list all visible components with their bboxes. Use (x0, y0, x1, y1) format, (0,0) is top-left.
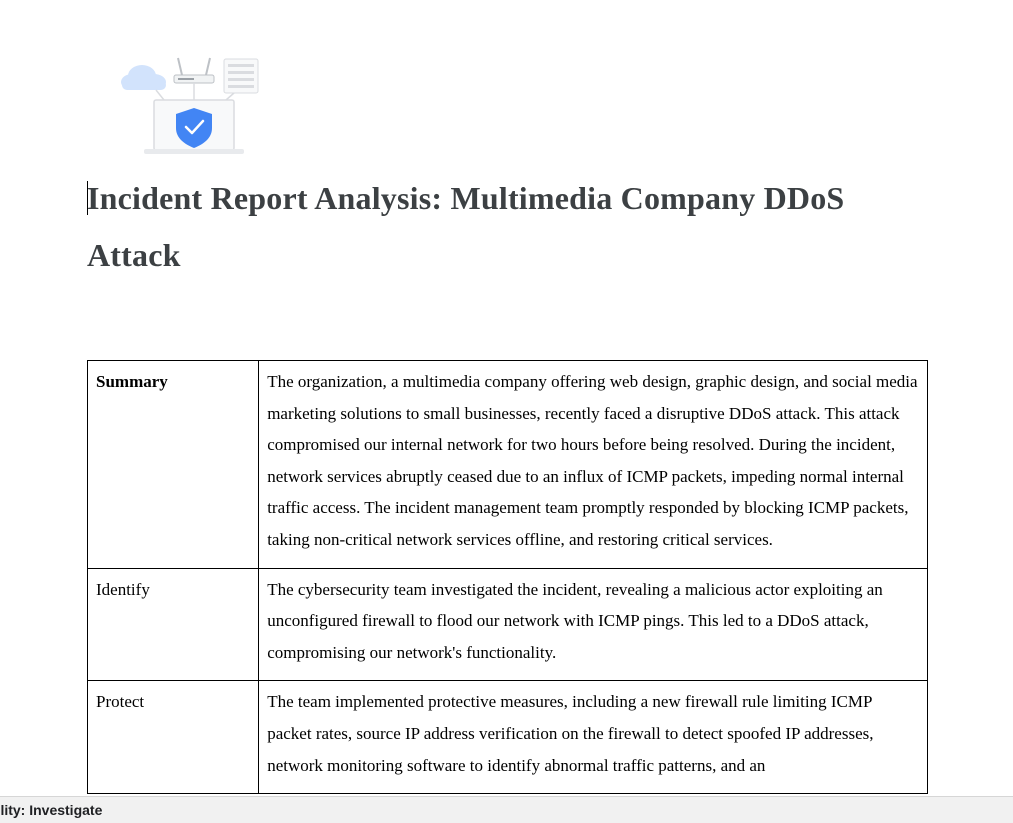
row-label-protect[interactable]: Protect (86, 680, 260, 795)
accessibility-status-text[interactable]: bility: Investigate (0, 797, 102, 823)
row-label-identify[interactable]: Identify (86, 567, 260, 682)
table-row: Identify The cybersecurity team investig… (86, 567, 928, 682)
table-row: Summary The organization, a multimedia c… (86, 360, 928, 569)
status-bar: bility: Investigate (0, 796, 1013, 823)
row-label-summary[interactable]: Summary (86, 360, 260, 569)
row-text-identify[interactable]: The cybersecurity team investigated the … (258, 567, 928, 682)
table-row: Protect The team implemented protective … (86, 680, 928, 795)
document-page: Incident Report Analysis: Multimedia Com… (0, 0, 1013, 796)
network-security-illustration-icon (116, 54, 262, 158)
document-title[interactable]: Incident Report Analysis: Multimedia Com… (87, 170, 917, 284)
row-text-summary[interactable]: The organization, a multimedia company o… (258, 360, 928, 569)
incident-report-table: Summary The organization, a multimedia c… (86, 360, 928, 795)
row-text-protect[interactable]: The team implemented protective measures… (258, 680, 928, 795)
